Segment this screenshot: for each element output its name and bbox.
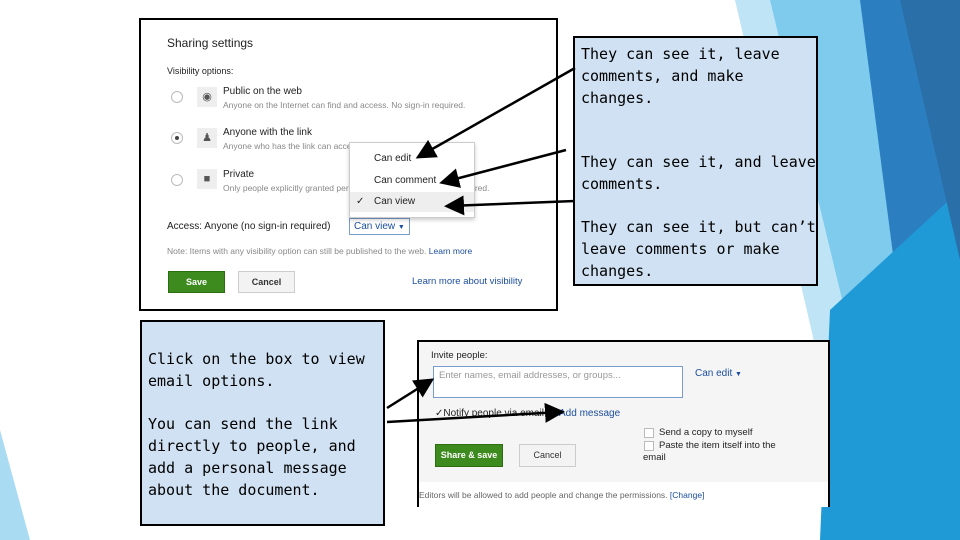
send-copy-label: Send a copy to myself: [659, 427, 753, 438]
change-link[interactable]: [Change]: [670, 490, 705, 500]
note-learn-more-link[interactable]: Learn more: [429, 246, 472, 256]
access-value: Can view: [354, 221, 396, 232]
dialog-title: Sharing settings: [167, 36, 254, 50]
menu-item-can-view[interactable]: ✓ Can view: [350, 192, 474, 212]
note-text: Note: Items with any visibility option c…: [167, 246, 427, 256]
invite-input[interactable]: Enter names, email addresses, or groups.…: [433, 366, 683, 398]
caret-down-icon: ▼: [397, 224, 405, 231]
callout-send-link-text: You can send the link directly to people…: [148, 415, 356, 499]
save-button[interactable]: Save: [168, 271, 225, 293]
caret-down-icon: ▼: [735, 371, 742, 378]
invite-callout: Click on the box to view email options. …: [140, 320, 385, 526]
radio-anyone-with-link[interactable]: [171, 132, 183, 144]
editors-note: Editors will be allowed to add people an…: [419, 490, 668, 500]
callout-can-comment-text: They can see it, and leave comments.: [581, 153, 816, 193]
radio-public[interactable]: [171, 91, 183, 103]
sharing-settings-screenshot: Sharing settings Visibility options: ◉ P…: [139, 18, 558, 311]
invite-people-screenshot: Invite people: Enter names, email addres…: [417, 340, 830, 507]
cancel-button[interactable]: Cancel: [238, 271, 295, 293]
learn-more-visibility-link[interactable]: Learn more about visibility: [412, 276, 522, 287]
permissions-callout: They can see it, leave comments, and mak…: [573, 36, 818, 286]
share-save-button[interactable]: Share & save: [435, 444, 503, 467]
callout-can-edit-text: They can see it, leave comments, and mak…: [581, 45, 780, 107]
check-icon: ✓: [356, 196, 365, 207]
callout-click-box-text: Click on the box to view email options.: [148, 350, 365, 390]
option-public-desc: Anyone on the Internet can find and acce…: [223, 100, 466, 110]
notify-checkbox[interactable]: ✓Notify people via email: [435, 408, 544, 419]
visibility-label: Visibility options:: [167, 66, 234, 76]
invite-placeholder: Enter names, email addresses, or groups.…: [439, 370, 621, 381]
access-dropdown[interactable]: Can view ▼: [349, 218, 410, 235]
callout-can-view-text: They can see it, but can’t leave comment…: [581, 218, 816, 280]
access-label: Access: Anyone (no sign-in required): [167, 221, 331, 232]
globe-icon: ◉: [197, 87, 217, 107]
option-public-label: Public on the web: [223, 86, 302, 97]
permission-dropdown-menu: Can edit Can comment ✓ Can view: [349, 142, 475, 218]
option-link-desc: Anyone who has the link can access. No s…: [223, 141, 349, 151]
menu-item-can-comment[interactable]: Can comment: [350, 171, 474, 191]
invite-cancel-button[interactable]: Cancel: [519, 444, 576, 467]
invite-label: Invite people:: [431, 350, 488, 361]
invite-permission-dropdown[interactable]: Can edit ▼: [695, 368, 742, 379]
option-private-label: Private: [223, 169, 255, 180]
person-icon: ♟: [197, 128, 217, 148]
radio-private[interactable]: [171, 174, 183, 186]
add-message-link[interactable]: Add message: [559, 408, 620, 419]
lock-icon: ■: [197, 169, 217, 189]
send-copy-checkbox[interactable]: [644, 428, 654, 438]
option-link-label: Anyone with the link: [223, 127, 312, 138]
paste-item-label: Paste the item itself into the email: [643, 440, 776, 463]
menu-item-can-edit[interactable]: Can edit: [350, 149, 474, 169]
